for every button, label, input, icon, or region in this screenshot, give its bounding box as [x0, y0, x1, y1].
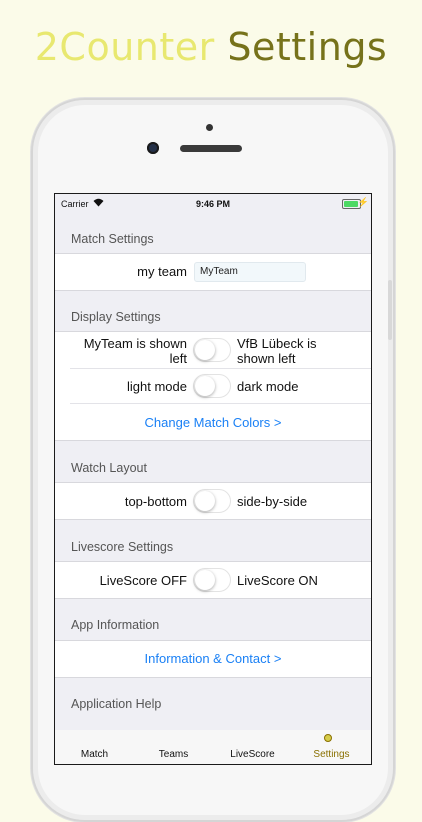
tab-settings[interactable]: Settings [292, 749, 371, 760]
mode-toggle[interactable] [193, 374, 231, 398]
livescore-on-label: LiveScore ON [237, 573, 318, 588]
team-name-input[interactable]: MyTeam [194, 262, 306, 282]
tab-bar: Match Teams LiveScore Settings [55, 730, 371, 764]
mode-right-label: dark mode [237, 379, 299, 394]
status-bar: Carrier 9:46 PM ⚡ [55, 194, 371, 214]
app-screen: Carrier 9:46 PM ⚡ Match Settings my team… [54, 193, 372, 765]
app-info-card: Information & Contact > [55, 640, 371, 678]
section-header-match: Match Settings [71, 232, 154, 246]
section-header-app-info: App Information [71, 618, 160, 632]
tab-match[interactable]: Match [55, 749, 134, 760]
display-settings-card: MyTeam is shown left VfB Lübeck is shown… [55, 331, 371, 441]
section-header-livescore: Livescore Settings [71, 540, 174, 554]
layout-toggle[interactable] [193, 489, 231, 513]
section-header-help: Application Help [71, 697, 162, 711]
phone-sensor [206, 124, 213, 131]
mode-left-label: light mode [127, 379, 187, 394]
row-divider [70, 368, 371, 369]
row-divider [70, 403, 371, 404]
settings-tab-icon [324, 734, 332, 742]
tab-teams[interactable]: Teams [134, 749, 213, 760]
status-time: 9:46 PM [195, 199, 230, 209]
information-contact-link[interactable]: Information & Contact > [55, 651, 371, 666]
side-left-label: MyTeam is shown left [83, 336, 187, 366]
side-right-label: VfB Lübeck is shown left [237, 336, 317, 366]
phone-side-button [388, 280, 392, 340]
headline: 2Counter Settings [0, 22, 422, 72]
livescore-off-label: LiveScore OFF [99, 573, 187, 588]
layout-right-label: side-by-side [237, 494, 308, 509]
charging-icon: ⚡ [357, 197, 369, 207]
phone-speaker [180, 145, 242, 152]
livescore-card: LiveScore OFF LiveScore ON [55, 561, 371, 599]
watch-layout-card: top-bottom side-by-side [55, 482, 371, 520]
headline-settings: Settings [227, 25, 388, 69]
headline-app-name: 2Counter [34, 25, 215, 69]
phone-camera [147, 142, 159, 154]
match-settings-card: my team MyTeam [55, 253, 371, 291]
side-toggle[interactable] [193, 338, 231, 362]
team-label: my team [137, 264, 187, 279]
layout-left-label: top-bottom [124, 494, 187, 509]
tab-livescore[interactable]: LiveScore [213, 749, 292, 760]
change-colors-link[interactable]: Change Match Colors > [55, 415, 371, 430]
section-header-watch: Watch Layout [71, 461, 147, 475]
section-header-display: Display Settings [71, 310, 161, 324]
livescore-toggle[interactable] [193, 568, 231, 592]
